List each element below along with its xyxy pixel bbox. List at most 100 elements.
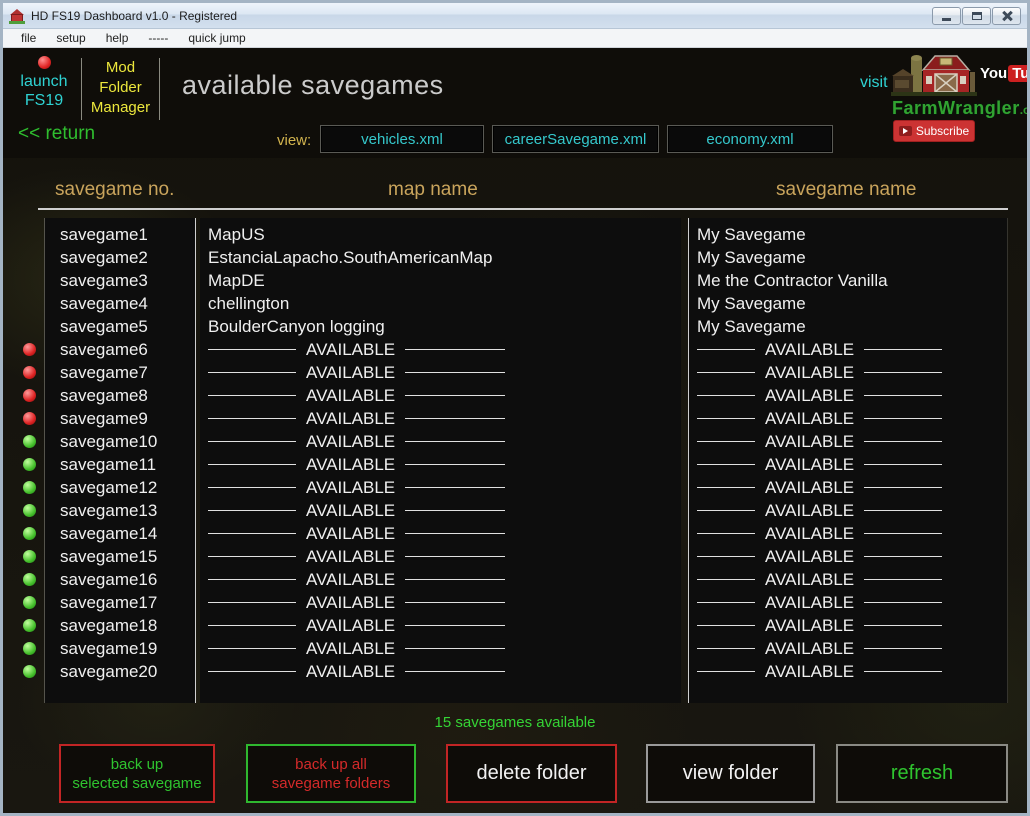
map-name-cell[interactable]: AVAILABLE (200, 453, 681, 476)
savegame-name-cell[interactable]: AVAILABLE (689, 637, 1007, 660)
map-name-cell[interactable]: AVAILABLE (200, 660, 681, 683)
savegame-name-cell[interactable]: AVAILABLE (689, 430, 1007, 453)
menu-setup[interactable]: setup (46, 31, 95, 45)
youtube-logo[interactable]: You Tube (980, 65, 1027, 82)
view-careersavegame-xml-button[interactable]: careerSavegame.xml (492, 125, 659, 153)
close-icon (1002, 11, 1012, 21)
savegame-name-cell[interactable]: AVAILABLE (689, 338, 1007, 361)
savegame-number-cell[interactable]: savegame11 (45, 453, 195, 476)
dash-line (208, 395, 296, 396)
map-name-cell[interactable]: AVAILABLE (200, 476, 681, 499)
mod-folder-manager-button[interactable]: Mod Folder Manager (83, 58, 158, 118)
savegame-number-cell[interactable]: savegame5 (45, 315, 195, 338)
maximize-button[interactable] (962, 7, 991, 25)
savegame-name-cell[interactable]: AVAILABLE (689, 591, 1007, 614)
savegame-number-cell[interactable]: savegame16 (45, 568, 195, 591)
savegame-number-cell[interactable]: savegame8 (45, 384, 195, 407)
savegame-name-cell[interactable]: AVAILABLE (689, 568, 1007, 591)
map-name-cell[interactable]: BoulderCanyon logging (200, 315, 681, 338)
backup-all-line2: savegame folders (272, 774, 390, 793)
dash-line (864, 349, 942, 350)
close-button[interactable] (992, 7, 1021, 25)
refresh-button[interactable]: refresh (836, 744, 1008, 803)
backup-all-savegame-folders-button[interactable]: back up all savegame folders (246, 744, 416, 803)
available-placeholder: AVAILABLE (208, 614, 681, 637)
savegame-name-cell[interactable]: My Savegame (689, 292, 1007, 315)
dash-line (405, 533, 505, 534)
savegame-name-cell[interactable]: AVAILABLE (689, 453, 1007, 476)
savegame-number-cell[interactable]: savegame15 (45, 545, 195, 568)
delete-folder-button[interactable]: delete folder (446, 744, 617, 803)
map-name-cell[interactable]: AVAILABLE (200, 384, 681, 407)
savegame-name-cell[interactable]: AVAILABLE (689, 614, 1007, 637)
savegame-name-cell[interactable]: My Savegame (689, 315, 1007, 338)
savegame-number-cell[interactable]: savegame1 (45, 223, 195, 246)
savegame-number-cell[interactable]: savegame14 (45, 522, 195, 545)
dot-slot (20, 407, 38, 430)
view-folder-button[interactable]: view folder (646, 744, 815, 803)
savegame-name-cell[interactable]: AVAILABLE (689, 384, 1007, 407)
map-name-cell[interactable]: AVAILABLE (200, 522, 681, 545)
dash-line (208, 418, 296, 419)
savegame-name-cell[interactable]: AVAILABLE (689, 476, 1007, 499)
subscribe-button[interactable]: Subscribe (893, 120, 975, 142)
launch-label-line2: FS19 (11, 91, 77, 110)
dash-line (864, 418, 942, 419)
farmwrangler-barn-logo-icon[interactable] (891, 50, 977, 103)
view-economy-xml-button[interactable]: economy.xml (667, 125, 833, 153)
farmwrangler-link[interactable]: FarmWrangler.com (892, 98, 1027, 119)
savegame-number-cell[interactable]: savegame17 (45, 591, 195, 614)
savegame-name-cell[interactable]: AVAILABLE (689, 660, 1007, 683)
savegame-name-cell[interactable]: My Savegame (689, 223, 1007, 246)
map-name-cell[interactable]: AVAILABLE (200, 499, 681, 522)
menu-separator[interactable]: ----- (138, 31, 178, 45)
dash-line (697, 510, 755, 511)
savegame-number-cell[interactable]: savegame3 (45, 269, 195, 292)
map-name-cell[interactable]: AVAILABLE (200, 614, 681, 637)
savegame-number-cell[interactable]: savegame10 (45, 430, 195, 453)
map-name-cell[interactable]: AVAILABLE (200, 591, 681, 614)
dot-slot (20, 246, 38, 269)
menu-help[interactable]: help (96, 31, 139, 45)
map-name-cell[interactable]: AVAILABLE (200, 568, 681, 591)
available-placeholder: AVAILABLE (208, 384, 681, 407)
map-name-cell[interactable]: AVAILABLE (200, 361, 681, 384)
savegame-number-cell[interactable]: savegame4 (45, 292, 195, 315)
savegame-number-cell[interactable]: savegame9 (45, 407, 195, 430)
savegame-number-cell[interactable]: savegame7 (45, 361, 195, 384)
savegame-number-cell[interactable]: savegame6 (45, 338, 195, 361)
map-name-cell[interactable]: EstanciaLapacho.SouthAmericanMap (200, 246, 681, 269)
savegame-number-cell[interactable]: savegame19 (45, 637, 195, 660)
launch-fs19-button[interactable]: launch FS19 (11, 56, 77, 110)
map-name-cell[interactable]: AVAILABLE (200, 430, 681, 453)
savegame-number-cell[interactable]: savegame18 (45, 614, 195, 637)
map-name-cell[interactable]: MapUS (200, 223, 681, 246)
savegame-name-cell[interactable]: My Savegame (689, 246, 1007, 269)
savegame-name-cell[interactable]: AVAILABLE (689, 361, 1007, 384)
savegame-number-cell[interactable]: savegame13 (45, 499, 195, 522)
savegame-name-cell[interactable]: AVAILABLE (689, 545, 1007, 568)
savegame-name-cell[interactable]: AVAILABLE (689, 499, 1007, 522)
map-name-cell[interactable]: AVAILABLE (200, 407, 681, 430)
savegame-number-cell[interactable]: savegame2 (45, 246, 195, 269)
savegame-number-cell[interactable]: savegame12 (45, 476, 195, 499)
savegame-name-cell[interactable]: AVAILABLE (689, 522, 1007, 545)
dash-line (208, 510, 296, 511)
return-button[interactable]: << return (18, 123, 95, 145)
savegame-name-cell[interactable]: AVAILABLE (689, 407, 1007, 430)
map-name-cell[interactable]: chellington (200, 292, 681, 315)
menu-quick-jump[interactable]: quick jump (178, 31, 255, 45)
map-name-cell[interactable]: AVAILABLE (200, 637, 681, 660)
available-label: AVAILABLE (306, 568, 395, 591)
map-name-cell[interactable]: AVAILABLE (200, 545, 681, 568)
savegame-name-cell[interactable]: Me the Contractor Vanilla (689, 269, 1007, 292)
backup-selected-savegame-button[interactable]: back up selected savegame (59, 744, 215, 803)
map-name-cell[interactable]: AVAILABLE (200, 338, 681, 361)
menu-file[interactable]: file (11, 31, 46, 45)
view-vehicles-xml-button[interactable]: vehicles.xml (320, 125, 484, 153)
table-header-divider (38, 208, 1008, 210)
youtube-tube-label: Tube (1008, 65, 1027, 82)
minimize-button[interactable] (932, 7, 961, 25)
savegame-number-cell[interactable]: savegame20 (45, 660, 195, 683)
map-name-cell[interactable]: MapDE (200, 269, 681, 292)
